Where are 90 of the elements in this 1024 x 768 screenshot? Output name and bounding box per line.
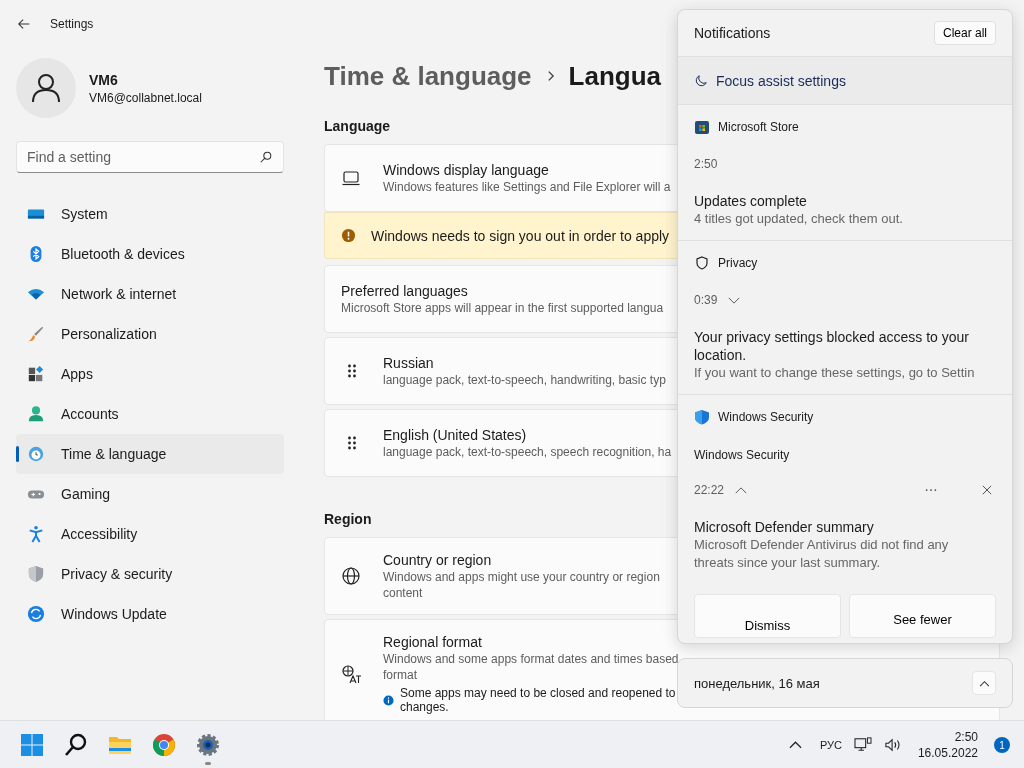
laptop-icon [341, 168, 361, 188]
running-indicator [205, 762, 211, 765]
card-title: Preferred languages [341, 283, 469, 299]
chrome-icon[interactable] [152, 733, 176, 757]
nav-item[interactable]: Windows Update [16, 594, 284, 634]
note-text: changes. [400, 700, 450, 714]
volume-icon[interactable] [883, 737, 902, 753]
network-icon[interactable] [853, 737, 872, 753]
notification-body: If you want to change these settings, go to Settin [694, 364, 976, 382]
focus-assist-link[interactable]: Focus assist settings [678, 57, 1012, 105]
nav-item[interactable]: Personalization [16, 314, 284, 354]
section-heading: Region [324, 511, 372, 527]
notification-button[interactable]: Dismiss [694, 594, 841, 638]
user-email: VM6@collabnet.local [89, 90, 202, 105]
shield-icon [27, 565, 45, 583]
app-name: Microsoft Store [718, 120, 799, 134]
windows-start-icon[interactable] [20, 733, 44, 757]
card-description: language pack, text-to-speech, speech recognition, ha [383, 445, 672, 459]
notification-body: Microsoft Defender Antivirus did not find any threats since your last summary. [694, 536, 950, 572]
card-description: Microsoft Store apps will appear in the first supported langua [341, 301, 664, 315]
card-description: content [383, 586, 424, 600]
breadcrumb-link[interactable]: Time & language [324, 60, 532, 92]
nav-item[interactable]: Bluetooth & devices [16, 234, 284, 274]
brush-icon [27, 325, 45, 343]
nav-item[interactable]: Accessibility [16, 514, 284, 554]
apps-icon [27, 365, 45, 383]
nav-item[interactable]: System [16, 194, 284, 234]
gear-icon[interactable] [196, 733, 220, 757]
clock-date: 16.05.2022 [917, 746, 978, 760]
nav-item[interactable]: Gaming [16, 474, 284, 514]
nav-item[interactable]: Apps [16, 354, 284, 394]
card-description: Windows and apps might use your country or region [383, 570, 660, 584]
store-icon [694, 119, 710, 135]
card-description: Windows and some apps format dates and times based [383, 652, 679, 666]
shield-icon [694, 255, 710, 271]
notification-time: 22:22 [694, 483, 725, 497]
calendar-date: понедельник, 16 мая [694, 675, 820, 691]
card-title: Regional format [383, 634, 483, 650]
nav-item[interactable]: Privacy & security [16, 554, 284, 594]
more-icon[interactable] [924, 488, 938, 492]
globe-clock-icon [27, 445, 45, 463]
notification-button[interactable]: See fewer [849, 594, 996, 638]
language-format-icon [341, 664, 361, 684]
card-title: English (United States) [383, 427, 528, 443]
card-description: Windows features like Settings and File Explorer will a [383, 180, 671, 194]
notification-badge[interactable]: 1 [994, 737, 1010, 753]
clear-all-button[interactable]: Clear all [934, 21, 996, 45]
nav-item[interactable]: Network & internet [16, 274, 284, 314]
person-icon [27, 405, 45, 423]
search-icon[interactable] [64, 733, 88, 757]
notification-title: Microsoft Defender summary [694, 518, 875, 536]
clock-time: 2:50 [954, 730, 978, 744]
card-title: Russian [383, 355, 435, 371]
update-icon [27, 605, 45, 623]
accessibility-icon [27, 525, 45, 543]
chevron-down-icon[interactable] [727, 295, 742, 305]
back-arrow-icon[interactable] [17, 17, 31, 31]
clock[interactable]: 2:50 16.05.2022 [913, 730, 982, 760]
close-icon[interactable] [982, 485, 992, 495]
moon-icon [694, 73, 708, 88]
card-title: Country or region [383, 552, 493, 568]
page-title: Langua [568, 60, 662, 92]
info-icon [383, 694, 394, 706]
drag-handle-icon[interactable] [347, 435, 357, 451]
nav-item[interactable]: Accounts [16, 394, 284, 434]
input-language[interactable]: РУС [819, 739, 842, 751]
warning-text: Windows needs to sign you out in order to apply [371, 227, 670, 244]
notification-header: Windows Security [694, 448, 791, 462]
section-heading: Language [324, 118, 391, 134]
notification-body: 4 titles got updated, check them out. [694, 210, 904, 228]
user-name: VM6 [89, 71, 119, 88]
card-title: Windows display language [383, 162, 550, 178]
search-icon [259, 150, 273, 164]
note-text: Some apps may need to be closed and reopened to [400, 686, 676, 700]
notification-title: Updates complete [694, 192, 808, 210]
chevron-up-icon [978, 679, 990, 687]
shield-icon [694, 409, 710, 425]
chevron-up-icon[interactable] [788, 741, 802, 749]
notification-time: 2:50 [694, 157, 718, 171]
app-name: Windows Security [718, 410, 814, 424]
drag-handle-icon[interactable] [347, 363, 357, 379]
card-description: format [383, 668, 418, 682]
panel-title: Notifications [694, 25, 771, 41]
notification-time: 0:39 [694, 293, 718, 307]
warning-icon [341, 228, 356, 243]
globe-icon [341, 566, 361, 586]
card-description: language pack, text-to-speech, handwriting, basic typ [383, 373, 666, 387]
search-field[interactable]: Find a setting [16, 141, 284, 173]
nav-item[interactable]: Time & language [16, 434, 284, 474]
window-title: Settings [50, 17, 94, 31]
